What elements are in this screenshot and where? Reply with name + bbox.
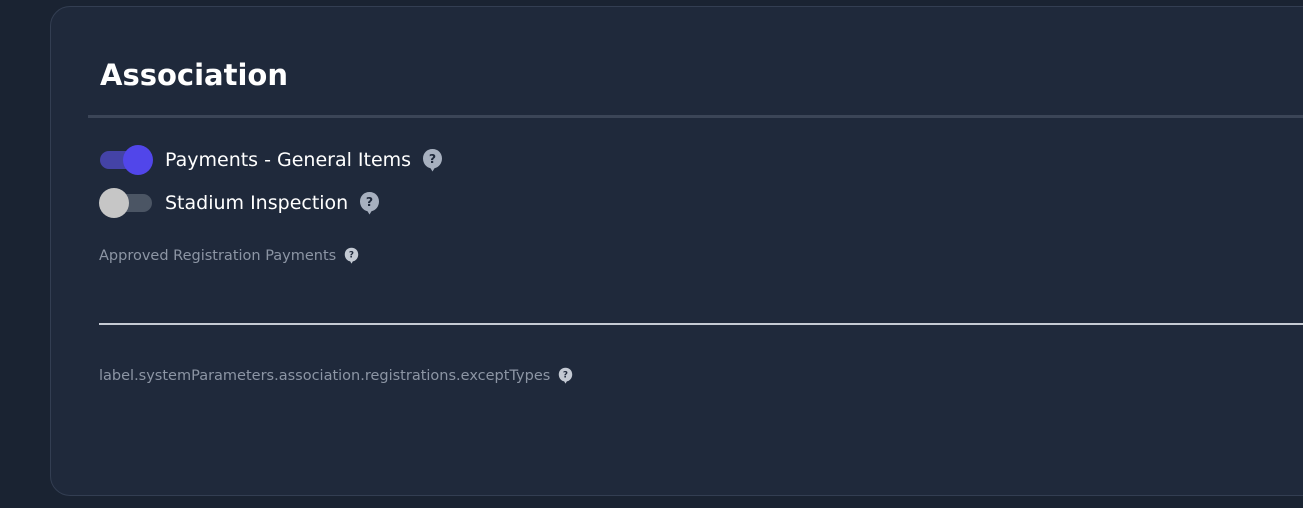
approved-registration-payments-input[interactable] xyxy=(99,277,1303,325)
payments-general-items-toggle[interactable] xyxy=(99,145,153,175)
association-settings-card: Association Payments - General Items ? S… xyxy=(50,6,1303,496)
title-divider xyxy=(88,115,1303,118)
approved-registration-payments-label: Approved Registration Payments xyxy=(99,247,337,264)
svg-text:?: ? xyxy=(563,371,568,381)
help-icon[interactable]: ? xyxy=(359,191,380,215)
stadium-inspection-toggle[interactable] xyxy=(99,188,153,218)
page: Association Payments - General Items ? S… xyxy=(0,0,1303,508)
except-types-label-row: label.systemParameters.association.regis… xyxy=(99,367,573,384)
toggle-row-stadium-inspection: Stadium Inspection ? xyxy=(99,187,380,219)
approved-registration-payments-label-row: Approved Registration Payments ? xyxy=(99,247,359,264)
help-icon[interactable]: ? xyxy=(344,247,359,264)
stadium-inspection-label: Stadium Inspection xyxy=(165,192,349,214)
section-title: Association xyxy=(100,58,288,92)
except-types-label: label.systemParameters.association.regis… xyxy=(99,367,551,384)
toggle-thumb xyxy=(123,145,153,175)
payments-general-items-label: Payments - General Items xyxy=(165,149,412,171)
help-icon[interactable]: ? xyxy=(558,367,573,384)
toggle-row-payments-general-items: Payments - General Items ? xyxy=(99,144,443,176)
svg-text:?: ? xyxy=(349,251,354,261)
svg-text:?: ? xyxy=(366,194,373,209)
help-icon[interactable]: ? xyxy=(422,148,443,172)
toggle-thumb xyxy=(99,188,129,218)
svg-text:?: ? xyxy=(429,151,436,166)
